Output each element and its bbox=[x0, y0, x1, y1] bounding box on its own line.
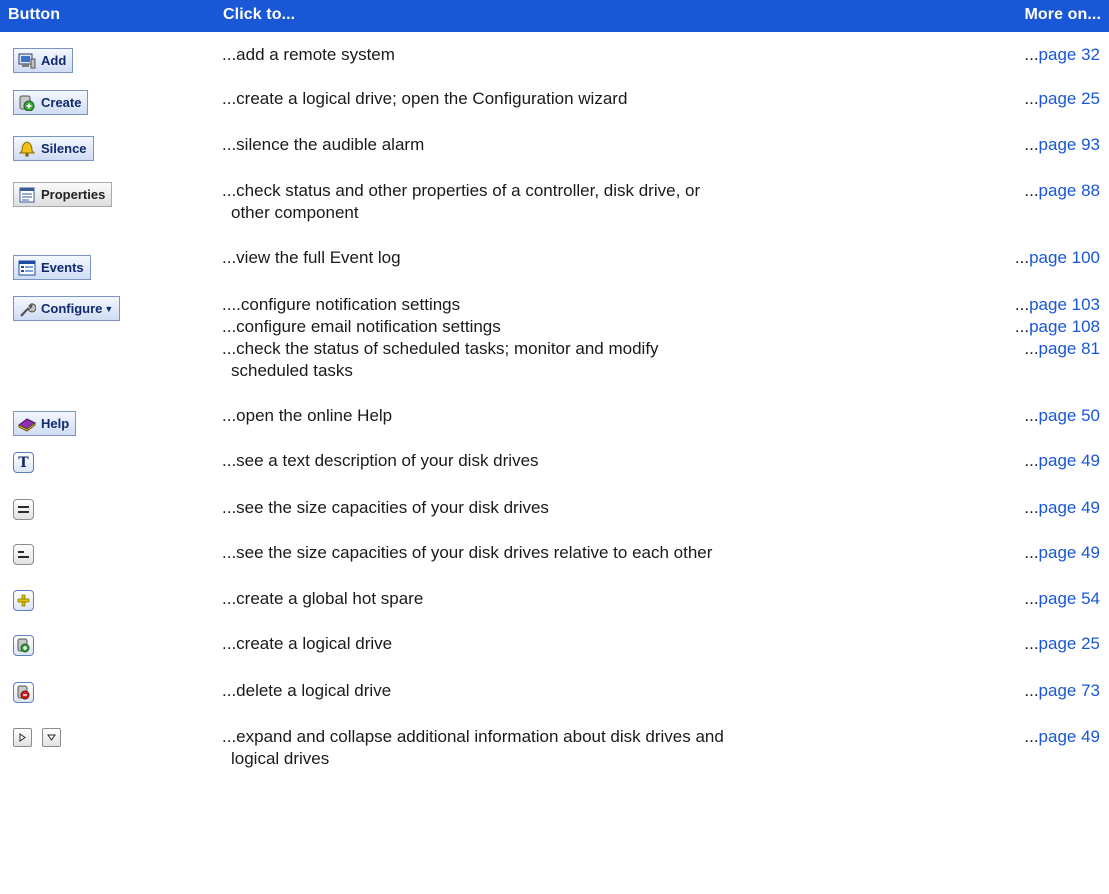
page-link[interactable]: page 88 bbox=[1039, 181, 1100, 200]
configure-button-label: Configure bbox=[41, 301, 103, 316]
help-button[interactable]: Help bbox=[13, 411, 77, 436]
help-button-label: Help bbox=[41, 416, 70, 431]
page-link[interactable]: page 100 bbox=[1029, 248, 1100, 267]
page-reference: ...page 49 bbox=[1024, 543, 1100, 562]
row-description-continued: scheduled tasks bbox=[231, 361, 353, 380]
properties-button[interactable]: Properties bbox=[13, 182, 113, 207]
drive-minus-icon[interactable] bbox=[13, 682, 34, 703]
page-reference: ...page 100 bbox=[1014, 248, 1100, 267]
page-reference: ...page 73 bbox=[1024, 681, 1100, 700]
drive-plus-icon bbox=[18, 95, 36, 111]
page-link[interactable]: page 108 bbox=[1029, 317, 1100, 336]
drive-plus-icon[interactable] bbox=[13, 635, 34, 656]
page-reference: ...page 93 bbox=[1024, 135, 1100, 154]
events-button[interactable]: Events bbox=[13, 255, 91, 280]
configure-button[interactable]: Configure ▼ bbox=[13, 296, 121, 321]
expand-arrow-icon[interactable] bbox=[13, 728, 32, 747]
monitor-icon bbox=[18, 53, 36, 69]
wrench-icon bbox=[18, 301, 37, 317]
row-description: ...check the status of scheduled tasks; … bbox=[222, 339, 659, 358]
page-link[interactable]: page 93 bbox=[1039, 135, 1100, 154]
row-description: ...expand and collapse additional inform… bbox=[222, 727, 724, 746]
page-reference: ...page 81 bbox=[1024, 339, 1100, 358]
header-more-on: More on... bbox=[1024, 6, 1101, 23]
page-link[interactable]: page 25 bbox=[1039, 89, 1100, 108]
silence-button[interactable]: Silence bbox=[13, 136, 94, 161]
page-reference: ...page 103 bbox=[1014, 295, 1100, 314]
row-description: ...view the full Event log bbox=[222, 248, 401, 267]
page-reference: ...page 54 bbox=[1024, 589, 1100, 608]
collapse-arrow-icon[interactable] bbox=[42, 728, 62, 747]
row-description: ...create a global hot spare bbox=[222, 589, 424, 608]
row-description: ...see the size capacities of your disk … bbox=[222, 498, 549, 517]
page-link[interactable]: page 49 bbox=[1039, 727, 1100, 746]
row-description: ...see a text description of your disk d… bbox=[222, 451, 539, 470]
page-link[interactable]: page 49 bbox=[1039, 498, 1100, 517]
page-reference: ...page 49 bbox=[1024, 727, 1100, 746]
row-description: ...see the size capacities of your disk … bbox=[222, 543, 713, 562]
row-description: ...open the online Help bbox=[222, 406, 393, 425]
header-button: Button bbox=[8, 6, 61, 23]
page-link[interactable]: page 25 bbox=[1039, 634, 1100, 653]
text-view-icon[interactable]: T bbox=[13, 452, 34, 473]
page-link[interactable]: page 32 bbox=[1039, 45, 1100, 64]
book-icon bbox=[18, 416, 36, 432]
page-reference: ...page 49 bbox=[1024, 451, 1100, 470]
row-description: ...check status and other properties of … bbox=[222, 181, 701, 200]
size-bars-icon[interactable] bbox=[13, 499, 34, 520]
clipboard-icon bbox=[18, 187, 36, 203]
page-link[interactable]: page 54 bbox=[1039, 589, 1100, 608]
page-link[interactable]: page 81 bbox=[1039, 339, 1100, 358]
row-description: ...configure email notification settings bbox=[222, 317, 501, 336]
page-link[interactable]: page 50 bbox=[1039, 406, 1100, 425]
relative-bars-icon[interactable] bbox=[13, 544, 34, 565]
page-reference: ...page 32 bbox=[1024, 45, 1100, 64]
bell-icon bbox=[18, 140, 36, 157]
row-description: ...add a remote system bbox=[222, 45, 395, 64]
page-reference: ...page 25 bbox=[1024, 634, 1100, 653]
add-button[interactable]: Add bbox=[13, 48, 74, 73]
create-button[interactable]: Create bbox=[13, 90, 89, 115]
page-link[interactable]: page 103 bbox=[1029, 295, 1100, 314]
properties-button-label: Properties bbox=[41, 187, 106, 202]
page-reference: ...page 108 bbox=[1014, 317, 1100, 336]
page-reference: ...page 50 bbox=[1024, 406, 1100, 425]
button-reference-table: Button Click to... More on... Add ...add… bbox=[0, 0, 1109, 894]
row-description: ...silence the audible alarm bbox=[222, 135, 425, 154]
page-reference: ...page 25 bbox=[1024, 89, 1100, 108]
row-description-continued: other component bbox=[231, 203, 359, 222]
row-description: ...create a logical drive bbox=[222, 634, 393, 653]
row-description: ...create a logical drive; open the Conf… bbox=[222, 89, 628, 108]
page-link[interactable]: page 73 bbox=[1039, 681, 1100, 700]
row-description: ...delete a logical drive bbox=[222, 681, 392, 700]
table-header: Button Click to... More on... bbox=[0, 0, 1109, 32]
event-list-icon bbox=[18, 260, 36, 276]
events-button-label: Events bbox=[41, 260, 84, 275]
add-button-label: Add bbox=[41, 53, 67, 68]
header-click-to: Click to... bbox=[223, 6, 296, 23]
silence-button-label: Silence bbox=[41, 141, 87, 156]
row-description: ....configure notification settings bbox=[222, 295, 461, 314]
page-link[interactable]: page 49 bbox=[1039, 543, 1100, 562]
page-link[interactable]: page 49 bbox=[1039, 451, 1100, 470]
plus-icon[interactable] bbox=[13, 590, 34, 611]
create-button-label: Create bbox=[41, 95, 82, 110]
page-reference: ...page 49 bbox=[1024, 498, 1100, 517]
row-description-continued: logical drives bbox=[231, 749, 330, 768]
page-reference: ...page 88 bbox=[1024, 181, 1100, 200]
chevron-down-icon: ▼ bbox=[104, 303, 114, 314]
